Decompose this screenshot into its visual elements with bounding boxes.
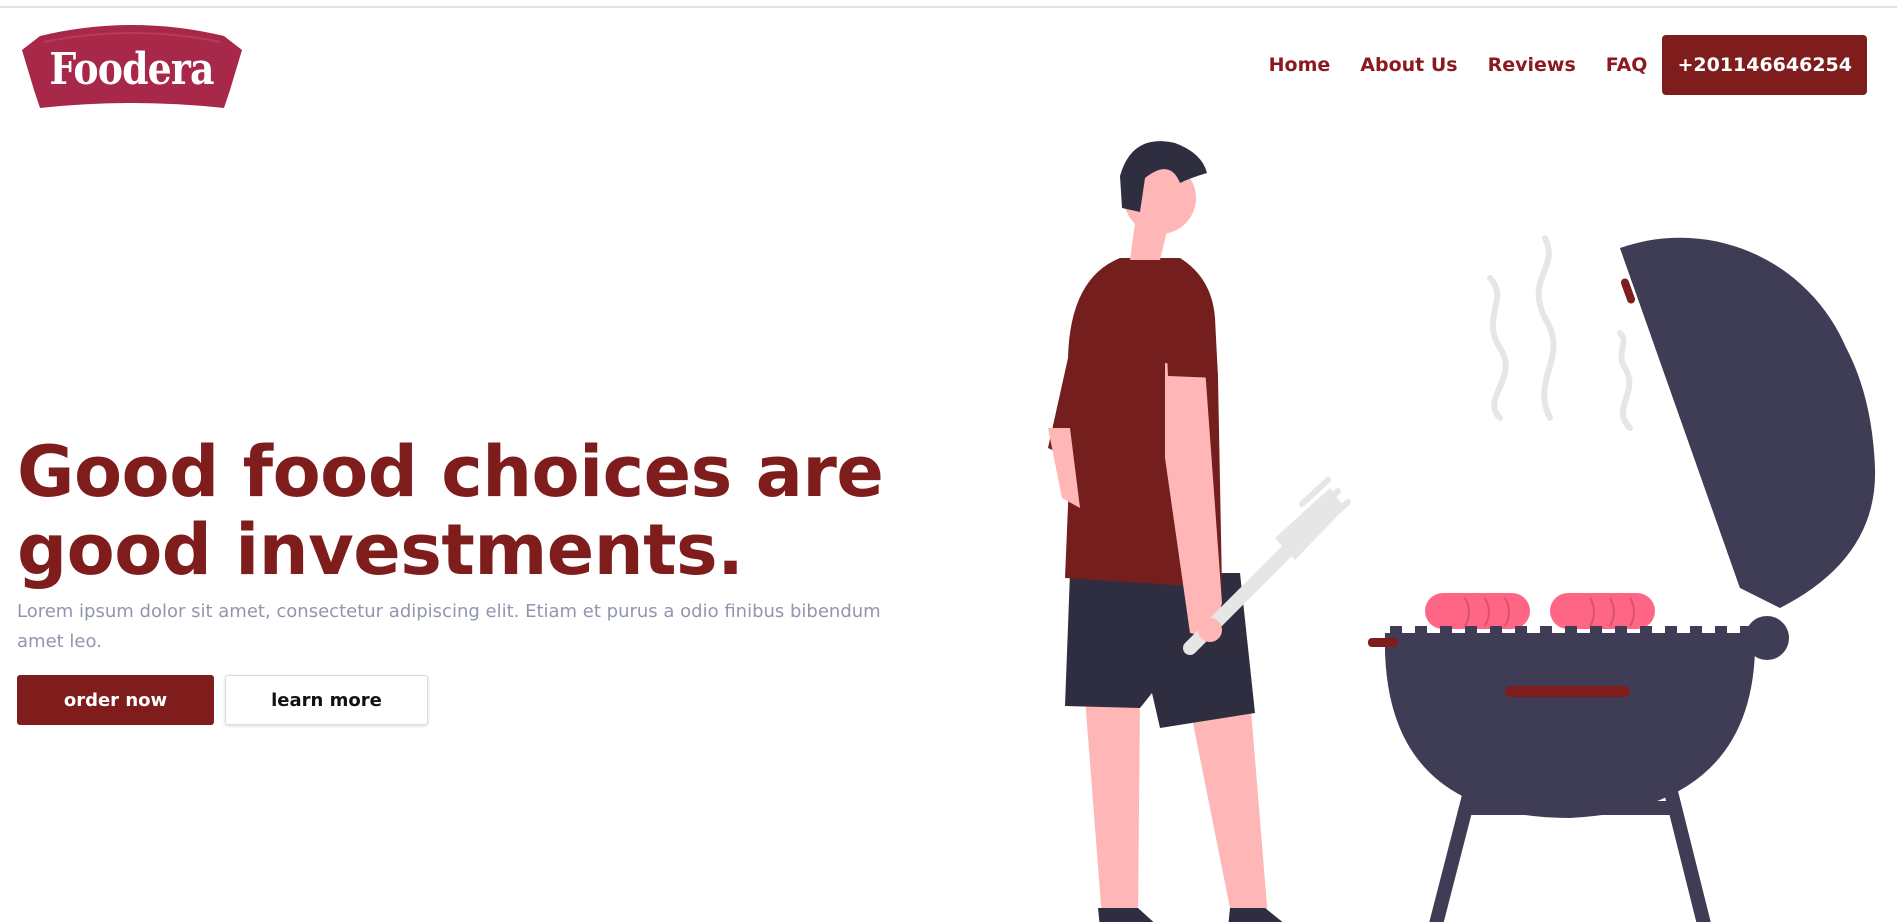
- main-nav: Home About Us Reviews FAQ +201146646254: [1254, 35, 1867, 95]
- hero-section: Good food choices are good investments. …: [17, 433, 957, 725]
- sausages-icon: [1425, 593, 1655, 629]
- nav-home[interactable]: Home: [1254, 54, 1346, 76]
- man-figure-icon: [1048, 141, 1283, 922]
- grill-bowl-icon: [1384, 633, 1756, 818]
- page-frame: Foodera Home About Us Reviews FAQ +20114…: [0, 6, 1897, 922]
- headline-line-2: good investments.: [17, 509, 744, 591]
- nav-reviews[interactable]: Reviews: [1473, 54, 1591, 76]
- steam-icon: [1487, 235, 1633, 431]
- order-now-button[interactable]: order now: [17, 675, 214, 725]
- hero-buttons: order now learn more: [17, 675, 957, 725]
- man-grilling-illustration: [1040, 128, 1897, 922]
- brand-logo[interactable]: Foodera: [18, 20, 246, 114]
- phone-button[interactable]: +201146646254: [1662, 35, 1867, 95]
- nav-faq[interactable]: FAQ: [1591, 54, 1663, 76]
- logo-text: Foodera: [49, 42, 213, 95]
- logo-badge-icon: Foodera: [22, 25, 242, 108]
- grill-scene-icon: [1048, 141, 1876, 922]
- learn-more-button[interactable]: learn more: [225, 675, 428, 725]
- hero-headline: Good food choices are good investments.: [17, 433, 957, 589]
- headline-line-1: Good food choices are: [17, 431, 884, 513]
- hero-subtext: Lorem ipsum dolor sit amet, consectetur …: [17, 601, 881, 652]
- nav-about-us[interactable]: About Us: [1345, 54, 1472, 76]
